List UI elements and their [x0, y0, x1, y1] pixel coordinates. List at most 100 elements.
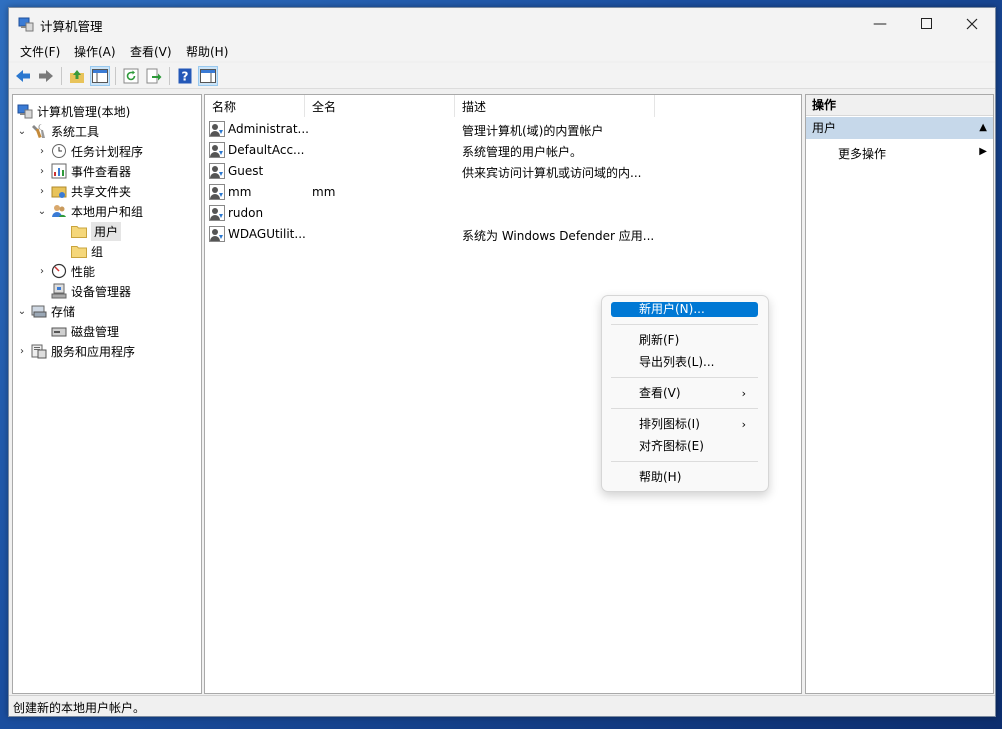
menu-view[interactable]: 查看(V)	[130, 43, 172, 60]
close-button[interactable]	[949, 8, 995, 39]
tree-item-label: 磁盘管理	[71, 324, 120, 339]
tree-item-device-manager[interactable]: 设备管理器	[51, 281, 131, 301]
menu-item-refresh[interactable]: 刷新(F)	[611, 333, 758, 348]
column-header-description[interactable]: 描述	[455, 95, 655, 117]
tree-item-root[interactable]: 计算机管理(本地)	[17, 101, 130, 121]
minimize-button[interactable]: —	[857, 8, 903, 39]
menu-item-arrange-label: 排列图标(I)	[639, 417, 700, 431]
clock-icon	[51, 143, 67, 159]
tree-item-label: 任务计划程序	[71, 144, 144, 159]
tree-item-storage[interactable]: ⌄ 存储	[17, 301, 75, 321]
tree-item-label: 系统工具	[51, 124, 100, 139]
cell-name: mm	[228, 185, 252, 199]
tree-item-label: 用户	[91, 221, 122, 241]
chevron-right-icon[interactable]: ›	[17, 346, 27, 357]
tree-item-services-apps[interactable]: › 服务和应用程序	[17, 341, 135, 361]
tree-item-shared-folders[interactable]: › 共享文件夹	[37, 181, 131, 201]
folder-icon	[71, 243, 87, 259]
cell-description: 供来宾访问计算机或访问域的内...	[462, 166, 642, 180]
tree-item-event-viewer[interactable]: › 事件查看器	[37, 161, 131, 181]
collapse-icon[interactable]: ▲	[979, 117, 987, 139]
help-icon: ?	[178, 68, 192, 84]
column-header-name[interactable]: 名称	[205, 95, 305, 117]
actions-pane: 操作 用户 ▲ 更多操作 ▶	[805, 94, 994, 694]
tree-item-label: 本地用户和组	[71, 204, 144, 219]
tree-item-system-tools[interactable]: ⌄ 系统工具	[17, 121, 99, 141]
table-row[interactable]: Guest 供来宾访问计算机或访问域的内...	[209, 161, 799, 182]
column-header-full-name[interactable]: 全名	[305, 95, 455, 117]
console-tree-icon	[92, 69, 108, 83]
device-manager-icon	[51, 283, 67, 299]
tree-item-disk-management[interactable]: 磁盘管理	[51, 321, 119, 341]
chevron-right-icon[interactable]: ›	[37, 186, 47, 197]
menu-item-view-label: 查看(V)	[639, 386, 681, 400]
tree-item-performance[interactable]: › 性能	[37, 261, 95, 281]
menu-item-new-user[interactable]: 新用户(N)...	[611, 302, 758, 317]
menu-item-align-icons[interactable]: 对齐图标(E)	[611, 439, 758, 454]
tree-item-label: 存储	[51, 304, 76, 319]
user-icon	[209, 205, 225, 221]
table-row[interactable]: DefaultAcc... 系统管理的用户帐户。	[209, 140, 799, 161]
svg-text:?: ?	[182, 70, 189, 84]
export-icon	[146, 68, 162, 84]
actions-section-label: 用户	[812, 121, 837, 135]
cell-name: DefaultAcc...	[228, 143, 305, 157]
menu-item-help[interactable]: 帮助(H)	[611, 470, 758, 485]
menu-item-view[interactable]: 查看(V) ›	[611, 386, 758, 401]
menu-help[interactable]: 帮助(H)	[186, 43, 228, 60]
forward-button[interactable]	[36, 66, 56, 86]
chevron-down-icon[interactable]: ⌄	[37, 206, 47, 217]
window-title: 计算机管理	[40, 19, 103, 34]
maximize-button[interactable]	[903, 8, 949, 39]
computer-management-icon	[17, 103, 33, 119]
chevron-right-icon[interactable]: ›	[37, 266, 47, 277]
show-hide-tree-button[interactable]	[90, 66, 110, 86]
menu-separator	[611, 377, 758, 378]
folder-up-icon	[70, 70, 84, 83]
chevron-down-icon[interactable]: ⌄	[17, 126, 27, 137]
refresh-button[interactable]	[121, 66, 141, 86]
more-actions-label: 更多操作	[838, 147, 887, 161]
more-actions-item[interactable]: 更多操作	[838, 145, 886, 162]
chevron-right-icon[interactable]: ›	[37, 166, 47, 177]
storage-icon	[31, 303, 47, 319]
tree-item-groups[interactable]: 组	[71, 241, 103, 261]
menu-separator	[611, 324, 758, 325]
table-row[interactable]: rudon	[209, 203, 799, 224]
cell-description: 系统管理的用户帐户。	[462, 145, 583, 159]
menu-separator	[611, 408, 758, 409]
console-tree: 计算机管理(本地) ⌄ 系统工具 › 任务计划程序 › 事件查看器 › 共享文件…	[12, 94, 202, 694]
toolbar-separator	[61, 67, 62, 85]
actions-section-users[interactable]: 用户 ▲	[806, 117, 993, 139]
table-row[interactable]: WDAGUtilit... 系统为 Windows Defender 应用...	[209, 224, 799, 245]
folder-icon	[71, 223, 87, 239]
toolbar-separator	[169, 67, 170, 85]
tree-item-label: 组	[91, 244, 104, 259]
show-hide-action-pane-button[interactable]	[198, 66, 218, 86]
up-level-button[interactable]	[67, 66, 87, 86]
menu-item-arrange-icons[interactable]: 排列图标(I) ›	[611, 417, 758, 432]
minimize-icon: —	[873, 15, 887, 32]
tree-item-users[interactable]: 用户	[71, 221, 122, 241]
chevron-right-icon: ›	[741, 387, 746, 400]
menu-file[interactable]: 文件(F)	[20, 43, 60, 60]
help-button[interactable]: ?	[175, 66, 195, 86]
cell-name: Guest	[228, 164, 264, 178]
table-row[interactable]: mm mm	[209, 182, 799, 203]
chevron-down-icon[interactable]: ⌄	[17, 306, 27, 317]
back-button[interactable]	[13, 66, 33, 86]
forward-arrow-icon	[39, 70, 53, 82]
user-icon	[209, 121, 225, 137]
computer-management-icon	[18, 17, 34, 32]
chevron-right-icon[interactable]: ›	[37, 146, 47, 157]
tree-item-local-users-groups[interactable]: ⌄ 本地用户和组	[37, 201, 143, 221]
tree-item-label: 服务和应用程序	[51, 344, 136, 359]
shared-folder-icon	[51, 183, 67, 199]
tree-item-task-scheduler[interactable]: › 任务计划程序	[37, 141, 143, 161]
menu-item-export-list[interactable]: 导出列表(L)...	[611, 355, 758, 370]
table-row[interactable]: Administrat... 管理计算机(域)的内置帐户	[209, 119, 799, 140]
export-list-button[interactable]	[144, 66, 164, 86]
menu-action[interactable]: 操作(A)	[74, 43, 116, 60]
menu-separator	[611, 461, 758, 462]
context-menu: 新用户(N)... 刷新(F) 导出列表(L)... 查看(V) › 排列图标(…	[601, 295, 769, 492]
